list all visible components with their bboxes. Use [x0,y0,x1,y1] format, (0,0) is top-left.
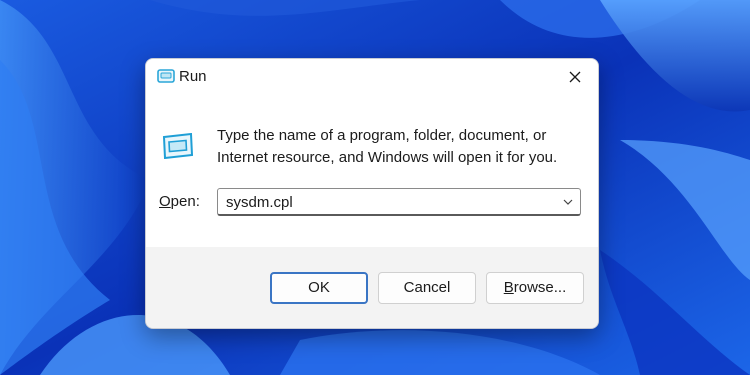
description-line-1: Type the name of a program, folder, docu… [217,127,547,144]
ok-button[interactable]: OK [270,272,368,304]
chevron-down-icon[interactable] [562,196,574,208]
open-label: Open: [159,193,200,210]
dialog-content: Type the name of a program, folder, docu… [146,95,598,247]
open-label-text: pen: [170,193,200,210]
cancel-button[interactable]: Cancel [378,272,476,304]
dialog-title: Run [179,68,207,85]
close-icon [569,71,581,83]
close-button[interactable] [552,59,598,95]
open-label-mnemonic: O [159,193,171,210]
run-icon [157,69,175,83]
browse-mnemonic: B [503,279,514,296]
browse-button[interactable]: Browse... [486,272,584,304]
browse-label: rowse... [513,279,567,296]
run-dialog: Run Type the name of a program, folder, … [145,58,599,329]
dialog-footer: OK Cancel Browse... [146,247,598,328]
description-line-2: Internet resource, and Windows will open… [217,149,558,166]
open-combobox[interactable] [217,188,581,216]
title-bar[interactable]: Run [146,59,598,95]
dialog-description: Type the name of a program, folder, docu… [217,125,587,169]
run-icon [162,133,194,159]
open-input[interactable] [218,189,548,215]
